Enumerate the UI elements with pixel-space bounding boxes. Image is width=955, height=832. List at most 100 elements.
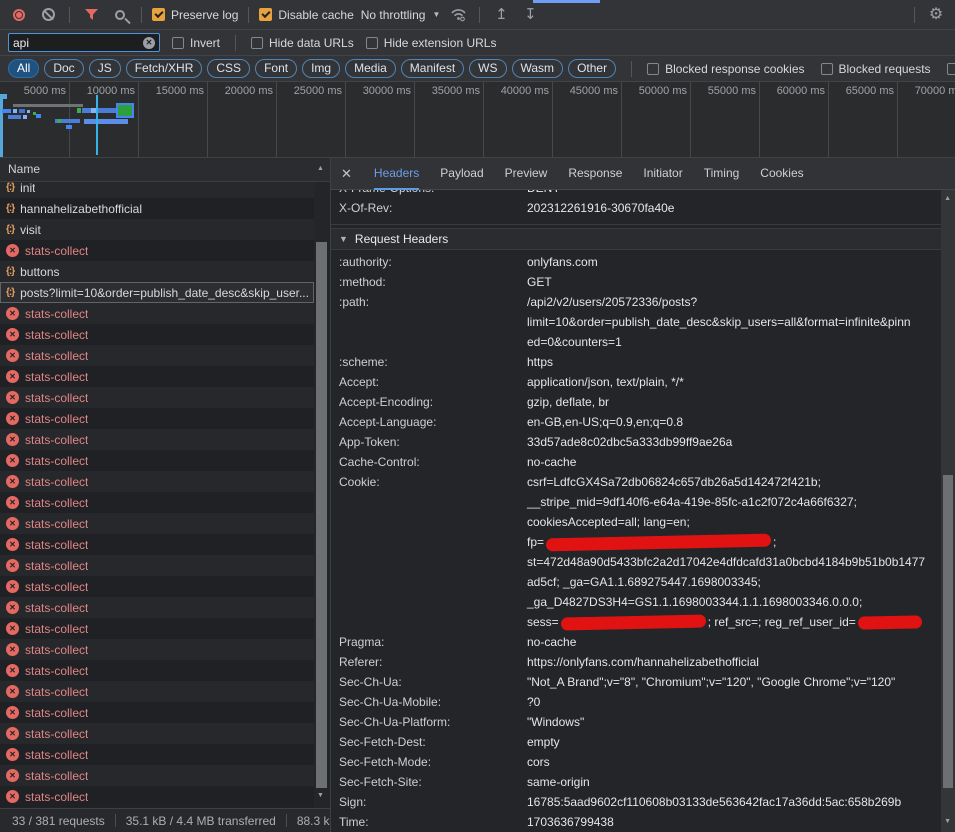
3rd-party-requests-checkbox[interactable]: 3rd-party requests bbox=[947, 62, 955, 76]
request-headers-section[interactable]: ▼ Request Headers bbox=[331, 228, 941, 250]
request-row[interactable]: ✕stats-collect bbox=[0, 765, 314, 786]
request-name: stats-collect bbox=[25, 769, 88, 783]
settings-button[interactable]: ⚙ bbox=[925, 4, 947, 26]
header-name: App-Token: bbox=[339, 432, 527, 452]
hide-extension-urls-checkbox[interactable]: Hide extension URLs bbox=[366, 36, 497, 50]
request-row[interactable]: ✕stats-collect bbox=[0, 618, 314, 639]
request-row[interactable]: ✕stats-collect bbox=[0, 660, 314, 681]
request-row[interactable]: ✕stats-collect bbox=[0, 492, 314, 513]
request-row[interactable]: {:}hannahelizabethofficial bbox=[0, 198, 314, 219]
import-har-button[interactable]: ↥ bbox=[490, 4, 512, 26]
type-filter-doc[interactable]: Doc bbox=[44, 59, 83, 78]
request-row[interactable]: ✕stats-collect bbox=[0, 408, 314, 429]
disable-cache-checkbox[interactable]: Disable cache bbox=[259, 8, 353, 22]
request-row[interactable]: ✕stats-collect bbox=[0, 450, 314, 471]
request-row[interactable]: ✕stats-collect bbox=[0, 513, 314, 534]
header-row: Referer:https://onlyfans.com/hannaheliza… bbox=[331, 652, 941, 672]
type-filter-other[interactable]: Other bbox=[568, 59, 616, 78]
checkbox-unchecked-icon bbox=[821, 63, 833, 75]
tab-cookies[interactable]: Cookies bbox=[760, 158, 803, 190]
request-row[interactable]: ✕stats-collect bbox=[0, 723, 314, 744]
network-conditions-button[interactable] bbox=[447, 4, 469, 26]
preserve-log-checkbox[interactable]: Preserve log bbox=[152, 8, 238, 22]
request-name: stats-collect bbox=[25, 601, 88, 615]
search-button[interactable] bbox=[109, 4, 131, 26]
timeline-overview[interactable]: 5000 ms10000 ms15000 ms20000 ms25000 ms3… bbox=[0, 82, 955, 158]
request-row[interactable]: ✕stats-collect bbox=[0, 324, 314, 345]
request-row[interactable]: ✕stats-collect bbox=[0, 387, 314, 408]
type-filter-manifest[interactable]: Manifest bbox=[401, 59, 464, 78]
tab-headers[interactable]: Headers bbox=[374, 158, 419, 190]
type-filter-js[interactable]: JS bbox=[89, 59, 121, 78]
export-har-button[interactable]: ↧ bbox=[519, 4, 541, 26]
more-filter-label: Blocked requests bbox=[839, 62, 931, 76]
blocked-response-cookies-checkbox[interactable]: Blocked response cookies bbox=[647, 62, 804, 76]
tab-payload[interactable]: Payload bbox=[440, 158, 483, 190]
request-row[interactable]: ✕stats-collect bbox=[0, 597, 314, 618]
checkbox-unchecked-icon bbox=[647, 63, 659, 75]
toolbar-divider bbox=[248, 7, 249, 23]
throttling-select[interactable]: No throttling ▼ bbox=[361, 8, 441, 22]
checkbox-checked-icon bbox=[259, 8, 272, 21]
details-scrollbar-thumb[interactable] bbox=[943, 475, 953, 788]
type-filter-font[interactable]: Font bbox=[255, 59, 297, 78]
type-filter-css[interactable]: CSS bbox=[207, 59, 250, 78]
tab-preview[interactable]: Preview bbox=[505, 158, 548, 190]
filter-toggle-button[interactable] bbox=[80, 4, 102, 26]
scroll-down-icon[interactable]: ▼ bbox=[944, 818, 951, 825]
request-row[interactable]: {:}init bbox=[0, 182, 314, 198]
request-row[interactable]: ✕stats-collect bbox=[0, 240, 314, 261]
request-row[interactable]: ✕stats-collect bbox=[0, 345, 314, 366]
type-filter-ws[interactable]: WS bbox=[469, 59, 506, 78]
header-value: no-cache bbox=[527, 632, 941, 652]
request-row[interactable]: ✕stats-collect bbox=[0, 681, 314, 702]
type-filter-img[interactable]: Img bbox=[302, 59, 340, 78]
clear-filter-icon[interactable]: ✕ bbox=[143, 37, 155, 49]
scroll-up-icon[interactable]: ▲ bbox=[944, 195, 951, 202]
redaction-scribble bbox=[561, 615, 706, 631]
tab-initiator[interactable]: Initiator bbox=[643, 158, 682, 190]
request-name: init bbox=[20, 182, 35, 195]
tab-response[interactable]: Response bbox=[568, 158, 622, 190]
status-item: 33 / 381 requests bbox=[12, 814, 105, 828]
active-panel-tab-indicator bbox=[533, 0, 600, 3]
type-filter-media[interactable]: Media bbox=[345, 59, 396, 78]
invert-checkbox[interactable]: Invert bbox=[172, 36, 220, 50]
request-row[interactable]: ✕stats-collect bbox=[0, 576, 314, 597]
request-row[interactable]: ✕stats-collect bbox=[0, 555, 314, 576]
overview-left-selection-handle[interactable] bbox=[0, 94, 7, 99]
close-icon[interactable]: ✕ bbox=[341, 166, 352, 182]
header-value: gzip, deflate, br bbox=[527, 392, 941, 412]
request-name: stats-collect bbox=[25, 664, 88, 678]
request-row[interactable]: ✕stats-collect bbox=[0, 786, 314, 807]
filter-input[interactable] bbox=[13, 36, 143, 50]
hide-data-urls-checkbox[interactable]: Hide data URLs bbox=[251, 36, 354, 50]
request-row[interactable]: ✕stats-collect bbox=[0, 429, 314, 450]
filter-input-wrap: ✕ bbox=[8, 33, 160, 52]
scroll-down-icon[interactable]: ▼ bbox=[317, 792, 324, 799]
request-row[interactable]: ✕stats-collect bbox=[0, 702, 314, 723]
request-row[interactable]: {:}buttons bbox=[0, 261, 314, 282]
clear-button[interactable] bbox=[37, 4, 59, 26]
request-row[interactable]: ✕stats-collect bbox=[0, 366, 314, 387]
type-filter-wasm[interactable]: Wasm bbox=[512, 59, 564, 78]
name-column-header[interactable]: Name bbox=[0, 158, 330, 182]
request-row[interactable]: ✕stats-collect bbox=[0, 534, 314, 555]
type-filter-all[interactable]: All bbox=[8, 59, 39, 78]
request-row[interactable]: ✕stats-collect bbox=[0, 471, 314, 492]
request-list-scrollbar-thumb[interactable] bbox=[316, 242, 327, 788]
type-filter-fetch-xhr[interactable]: Fetch/XHR bbox=[126, 59, 203, 78]
header-name: Sign: bbox=[339, 792, 527, 812]
blocked-requests-checkbox[interactable]: Blocked requests bbox=[821, 62, 931, 76]
request-row[interactable]: {:}visit bbox=[0, 219, 314, 240]
waterfall-bar bbox=[84, 119, 128, 124]
record-button[interactable] bbox=[8, 4, 30, 26]
request-row[interactable]: ✕stats-collect bbox=[0, 303, 314, 324]
header-name: Time: bbox=[339, 812, 527, 832]
request-row[interactable]: ✕stats-collect bbox=[0, 639, 314, 660]
scroll-up-icon[interactable]: ▲ bbox=[317, 165, 324, 172]
request-row[interactable]: {:}posts?limit=10&order=publish_date_des… bbox=[0, 282, 314, 303]
timeline-gridline bbox=[621, 82, 622, 157]
tab-timing[interactable]: Timing bbox=[704, 158, 740, 190]
request-row[interactable]: ✕stats-collect bbox=[0, 744, 314, 765]
